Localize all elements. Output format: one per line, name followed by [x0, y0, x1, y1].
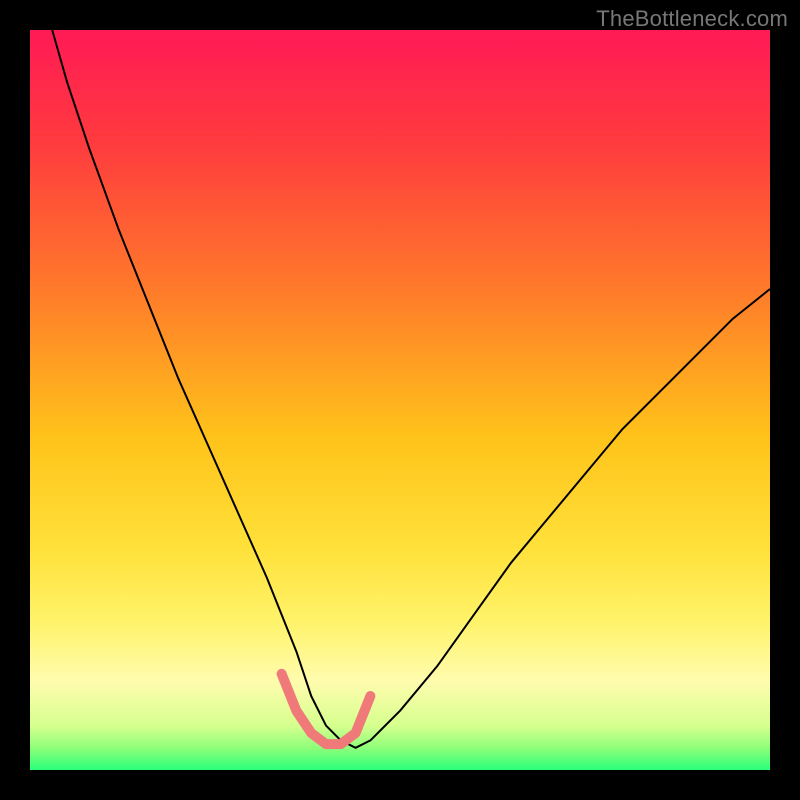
gradient-background — [30, 30, 770, 770]
chart-svg — [30, 30, 770, 770]
chart-plot-area — [30, 30, 770, 770]
watermark-text: TheBottleneck.com — [596, 6, 788, 32]
chart-frame: TheBottleneck.com — [0, 0, 800, 800]
